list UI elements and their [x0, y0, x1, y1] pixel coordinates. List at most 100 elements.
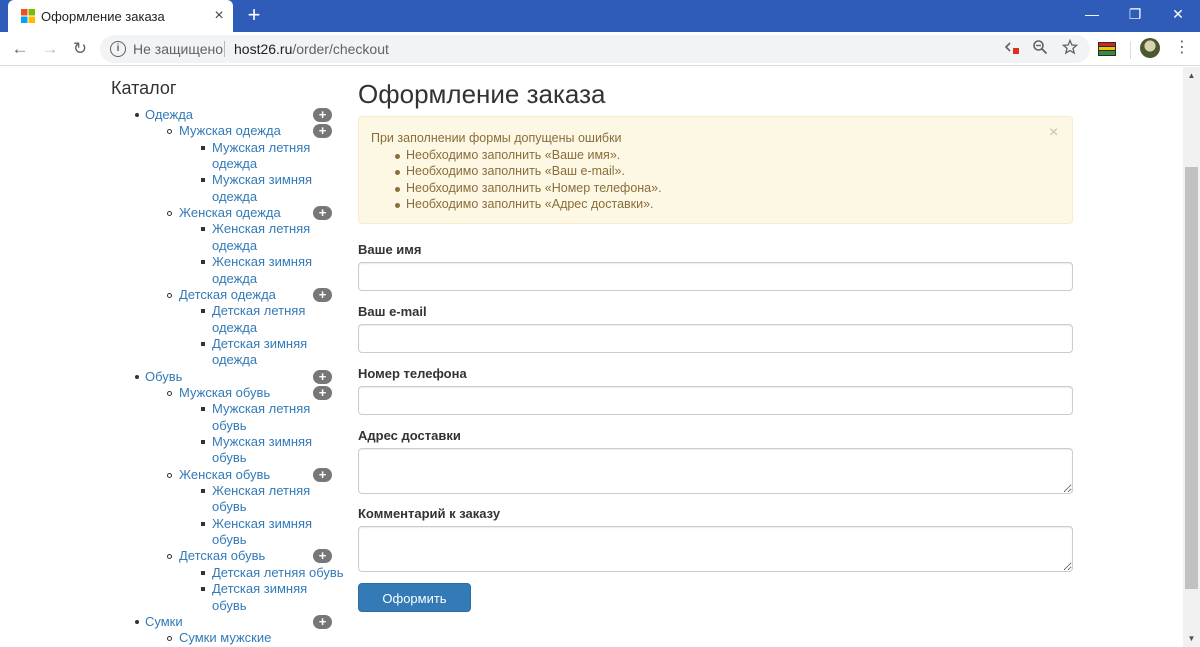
bullet-icon	[167, 129, 172, 135]
catalog-link[interactable]: одежда	[212, 189, 257, 205]
info-icon[interactable]: i	[110, 41, 126, 57]
alert-heading: При заполнении формы допущены ошибки	[371, 131, 622, 145]
catalog-link[interactable]: Женская обувь	[179, 467, 270, 483]
back-button[interactable]: ←	[8, 37, 32, 61]
bullet-icon	[201, 521, 205, 526]
url-text[interactable]: host26.ru/order/checkout	[234, 41, 389, 57]
scroll-up-arrow-icon[interactable]: ▲	[1183, 67, 1200, 84]
catalog-link[interactable]: одежда	[212, 271, 257, 287]
name-label: Ваше имя	[358, 242, 422, 257]
alert-close-button[interactable]: ×	[1049, 125, 1058, 141]
catalog-link[interactable]: Детская зимняя	[212, 581, 307, 597]
bullet-icon	[201, 178, 205, 183]
bullet-icon	[167, 211, 172, 217]
alert-error-item: Необходимо заполнить «Ваше имя».	[395, 148, 621, 162]
catalog-link[interactable]: Одежда	[145, 107, 193, 123]
expand-plus-icon[interactable]: +	[313, 614, 332, 629]
phone-label: Номер телефона	[358, 366, 467, 381]
catalog-link[interactable]: Сумки	[145, 614, 183, 630]
name-input[interactable]	[358, 262, 1073, 291]
extension-icon[interactable]	[1098, 42, 1116, 56]
tab-title: Оформление заказа	[41, 9, 165, 24]
catalog-link[interactable]: Сумки мужские	[179, 630, 271, 646]
catalog-link[interactable]: Мужская одежда	[179, 123, 281, 139]
bullet-icon	[395, 154, 400, 159]
scroll-thumb[interactable]	[1185, 167, 1198, 589]
catalog-link[interactable]: Детская летняя обувь	[212, 565, 344, 581]
phone-input[interactable]	[358, 386, 1073, 415]
expand-plus-icon[interactable]: +	[313, 108, 332, 122]
security-status[interactable]: Не защищено	[133, 41, 223, 57]
expand-plus-icon[interactable]: +	[313, 369, 332, 384]
catalog-link[interactable]: одежда	[212, 352, 257, 368]
bookmark-star-icon[interactable]	[1060, 38, 1080, 59]
catalog-link[interactable]: обувь	[212, 532, 247, 548]
comment-label: Комментарий к заказу	[358, 506, 501, 521]
url-host: host26.ru	[234, 41, 293, 57]
catalog-link[interactable]: Мужская зимняя	[212, 434, 312, 450]
catalog-link[interactable]: Мужская летняя	[212, 140, 310, 156]
scroll-down-arrow-icon[interactable]: ▼	[1183, 630, 1200, 647]
catalog-link[interactable]: одежда	[212, 156, 257, 172]
bullet-icon	[201, 341, 205, 346]
expand-plus-icon[interactable]: +	[313, 206, 332, 221]
expand-plus-icon[interactable]: +	[313, 124, 332, 139]
browser-menu-button[interactable]: ⋮	[1172, 37, 1192, 59]
catalog-link[interactable]: Мужская летняя	[212, 401, 310, 417]
catalog-link[interactable]: Мужская зимняя	[212, 172, 312, 188]
tab-close-icon[interactable]: ×	[209, 6, 229, 26]
browser-tab[interactable]: Оформление заказа ×	[8, 0, 233, 32]
catalog-link[interactable]: Женская летняя	[212, 483, 310, 499]
translate-icon[interactable]	[1002, 39, 1022, 59]
bullet-icon	[201, 440, 205, 444]
minimize-button[interactable]: —	[1070, 0, 1114, 30]
expand-plus-icon[interactable]: +	[313, 385, 332, 400]
submit-order-button[interactable]: Оформить заказ	[358, 583, 471, 633]
catalog-link[interactable]: Детская обувь	[179, 548, 265, 564]
expand-plus-icon[interactable]: +	[313, 549, 332, 564]
alert-error-text: Необходимо заполнить «Адрес доставки».	[406, 197, 654, 211]
bullet-icon	[167, 390, 172, 396]
zoom-icon[interactable]	[1030, 39, 1050, 59]
catalog-link[interactable]: обувь	[212, 499, 247, 515]
comment-textarea[interactable]	[358, 526, 1073, 572]
alert-error-item: Необходимо заполнить «Адрес доставки».	[395, 197, 654, 211]
alert-error-item: Необходимо заполнить «Ваш e-mail».	[395, 164, 625, 178]
bullet-icon	[201, 260, 205, 265]
catalog-link[interactable]: Женская летняя	[212, 221, 310, 237]
catalog-link[interactable]: обувь	[212, 450, 247, 466]
page-scrollbar[interactable]: ▲ ▼	[1183, 67, 1200, 647]
catalog-link[interactable]: Обувь	[145, 369, 182, 385]
bullet-icon	[201, 570, 205, 575]
expand-plus-icon[interactable]: +	[313, 467, 332, 482]
catalog-link[interactable]: Женская зимняя	[212, 516, 312, 532]
profile-avatar[interactable]	[1140, 38, 1160, 58]
catalog-link[interactable]: обувь	[212, 418, 247, 434]
bullet-icon	[201, 407, 205, 412]
page-title: Оформление заказа	[358, 79, 606, 109]
bullet-icon	[135, 113, 139, 117]
alert-error-text: Необходимо заполнить «Ваше имя».	[406, 148, 621, 162]
expand-plus-icon[interactable]: +	[313, 287, 332, 302]
catalog-title: Каталог	[111, 78, 177, 98]
catalog-link[interactable]: одежда	[212, 320, 257, 336]
address-bar[interactable]: i Не защищено host26.ru/order/checkout	[100, 35, 1090, 63]
catalog-link[interactable]: Женская зимняя	[212, 254, 312, 270]
bullet-icon	[201, 489, 205, 494]
reload-button[interactable]: ↻	[68, 37, 92, 61]
forward-button[interactable]: →	[38, 37, 62, 61]
alert-error-text: Необходимо заполнить «Номер телефона».	[406, 181, 662, 195]
close-window-button[interactable]: ✕	[1156, 0, 1200, 30]
catalog-link[interactable]: Детская одежда	[179, 287, 276, 303]
bullet-icon	[135, 619, 139, 624]
catalog-link[interactable]: обувь	[212, 598, 247, 614]
catalog-link[interactable]: Женская одежда	[179, 205, 281, 221]
new-tab-button[interactable]: +	[243, 4, 265, 26]
catalog-link[interactable]: Мужская обувь	[179, 385, 270, 401]
catalog-link[interactable]: одежда	[212, 238, 257, 254]
email-input[interactable]	[358, 324, 1073, 353]
restore-button[interactable]: ❐	[1113, 0, 1157, 30]
catalog-link[interactable]: Детская летняя	[212, 303, 305, 319]
address-textarea[interactable]	[358, 448, 1073, 494]
catalog-link[interactable]: Детская зимняя	[212, 336, 307, 352]
